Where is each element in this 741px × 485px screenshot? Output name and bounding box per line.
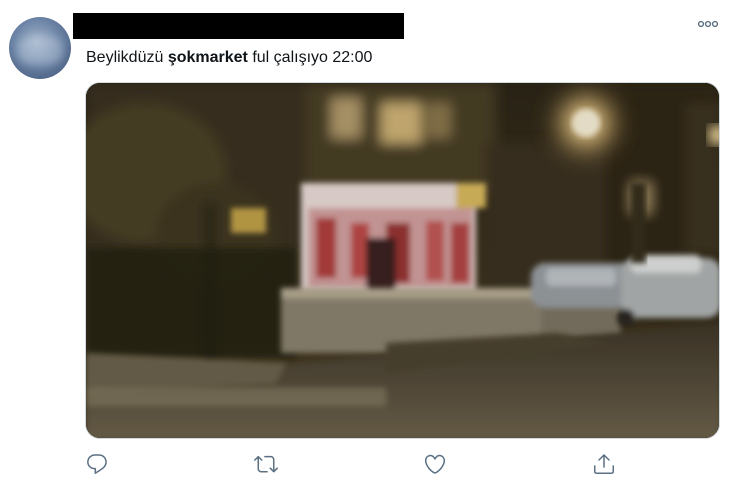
author-name-redacted: [73, 13, 404, 39]
share-icon: [592, 452, 616, 476]
avatar[interactable]: [9, 17, 71, 79]
share-button[interactable]: [592, 452, 616, 476]
tweet-actions: [85, 452, 625, 478]
tweet-photo[interactable]: [85, 82, 720, 439]
night-street-photo: [86, 83, 719, 438]
more-options-button[interactable]: [697, 19, 719, 39]
retweet-icon: [254, 452, 278, 476]
tweet-text-bold: şokmarket: [167, 49, 248, 66]
more-horizontal-icon: [697, 19, 719, 29]
tweet: Beylikdüzü şokmarket ful çalışıyo 22:00: [0, 0, 741, 485]
like-icon: [423, 452, 447, 476]
like-button[interactable]: [423, 452, 447, 476]
reply-icon: [85, 452, 109, 476]
retweet-button[interactable]: [254, 452, 278, 476]
tweet-text: Beylikdüzü şokmarket ful çalışıyo 22:00: [86, 47, 372, 69]
tweet-text-start: Beylikdüzü: [86, 49, 168, 66]
reply-button[interactable]: [85, 452, 109, 476]
tweet-text-end: ful çalışıyo 22:00: [247, 49, 373, 66]
